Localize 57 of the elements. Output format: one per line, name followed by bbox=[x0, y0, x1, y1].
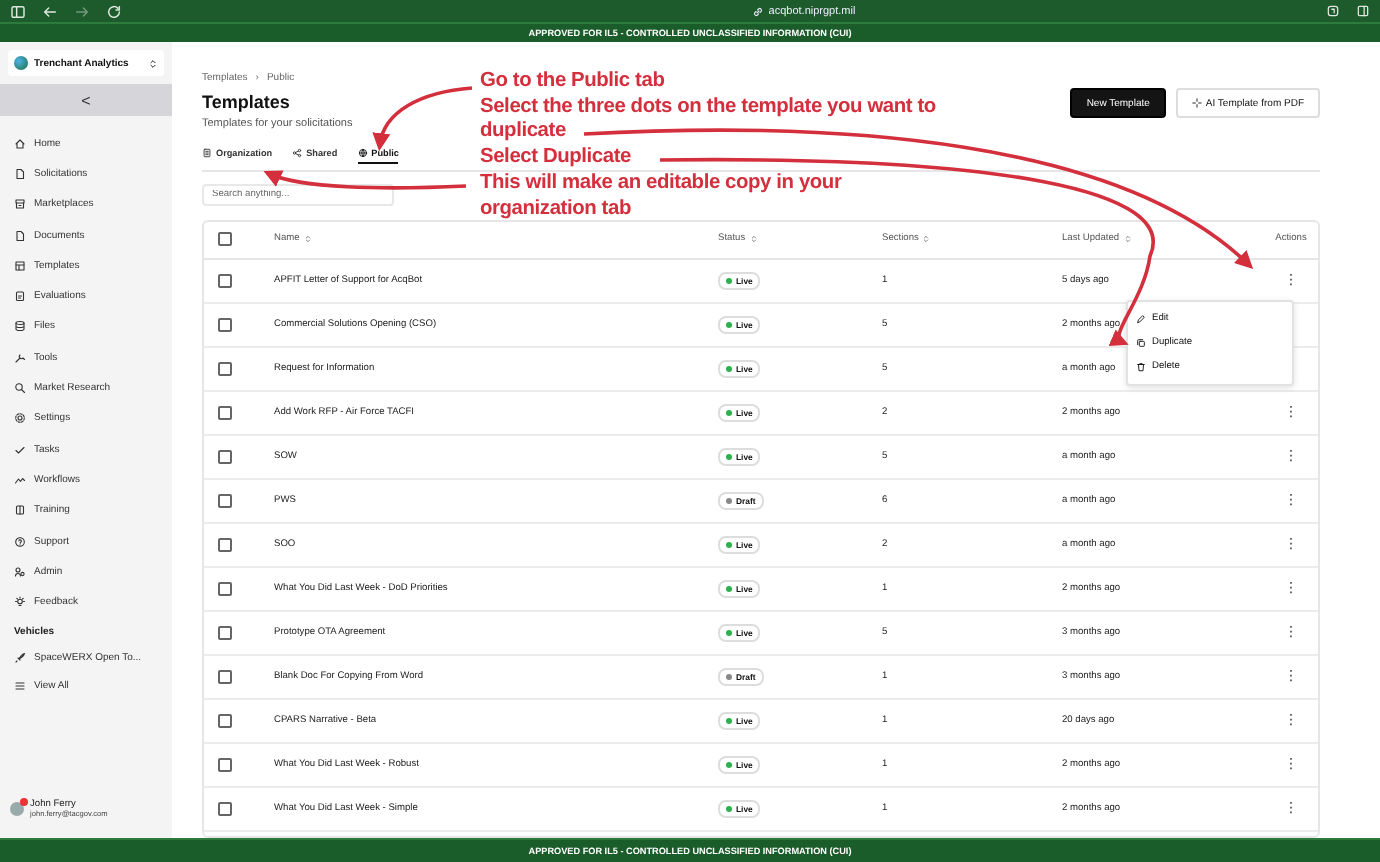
annotation-text: Go to the Public tab bbox=[480, 70, 667, 96]
globe-icon bbox=[357, 148, 368, 158]
clipboard-icon bbox=[14, 290, 26, 303]
row-checkbox[interactable] bbox=[218, 581, 232, 595]
row-checkbox[interactable] bbox=[218, 449, 232, 463]
chart-line-icon bbox=[14, 473, 26, 486]
sparkle-icon bbox=[1191, 98, 1202, 108]
row-checkbox[interactable] bbox=[218, 801, 232, 815]
annotation-text: This will make an editable copy in your bbox=[480, 171, 844, 198]
users-icon bbox=[14, 565, 26, 578]
row-checkbox[interactable] bbox=[218, 713, 232, 727]
row-checkbox[interactable] bbox=[218, 757, 232, 771]
row-checkbox[interactable] bbox=[218, 493, 232, 507]
back-icon[interactable] bbox=[42, 3, 58, 19]
annotation-text: organization tab bbox=[480, 197, 633, 223]
row-checkbox[interactable] bbox=[218, 625, 232, 639]
book-icon bbox=[14, 504, 26, 517]
notification-dot bbox=[20, 798, 28, 806]
row-checkbox[interactable] bbox=[218, 405, 232, 419]
copy-icon bbox=[1136, 338, 1146, 348]
document-icon bbox=[14, 167, 26, 180]
page-title: Templates bbox=[202, 92, 292, 112]
store-icon bbox=[14, 198, 26, 211]
sidebar-toggle-icon[interactable] bbox=[10, 3, 26, 19]
row-checkbox[interactable] bbox=[218, 361, 232, 375]
forward-icon[interactable] bbox=[74, 3, 90, 19]
annotation-text: Select the three dots on the template you want to bbox=[480, 95, 936, 121]
annotation-text: Select Duplicate bbox=[480, 146, 633, 172]
settings-icon bbox=[14, 412, 26, 425]
database-icon bbox=[14, 320, 26, 333]
annotation-text: duplicate bbox=[480, 120, 568, 147]
chevron-updown-icon bbox=[148, 57, 158, 69]
row-checkbox[interactable] bbox=[218, 317, 232, 331]
building-icon bbox=[202, 148, 212, 158]
help-icon bbox=[14, 535, 26, 547]
share-icon bbox=[292, 148, 303, 158]
collapse-sidebar-button[interactable]: < bbox=[0, 84, 172, 116]
reload-icon[interactable] bbox=[106, 3, 122, 19]
search-icon bbox=[14, 382, 26, 395]
list-icon bbox=[14, 679, 26, 692]
globe-logo-icon bbox=[14, 56, 28, 70]
extension-icon[interactable] bbox=[1325, 4, 1340, 18]
pencil-icon bbox=[1136, 314, 1146, 324]
check-icon bbox=[14, 443, 26, 456]
link-icon bbox=[752, 5, 765, 17]
home-icon bbox=[14, 137, 26, 150]
trash-icon bbox=[1136, 362, 1146, 372]
avatar[interactable] bbox=[10, 802, 24, 816]
row-checkbox[interactable] bbox=[218, 669, 232, 683]
annotation-arrow bbox=[373, 86, 473, 152]
row-checkbox[interactable] bbox=[218, 273, 232, 287]
layout-icon bbox=[14, 259, 26, 272]
select-all-checkbox[interactable] bbox=[218, 232, 232, 247]
sidebar-toggle-icon[interactable] bbox=[1355, 4, 1370, 18]
lightbulb-icon bbox=[14, 596, 26, 609]
document-icon bbox=[14, 229, 26, 242]
row-checkbox[interactable] bbox=[218, 537, 232, 551]
